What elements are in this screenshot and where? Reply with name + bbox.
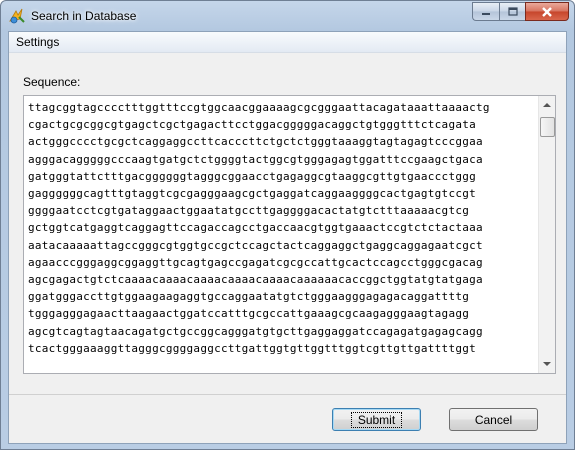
window-title: Search in Database bbox=[31, 9, 137, 23]
sequence-line: tcactgggaaaggttagggcggggaggccttgattggtgt… bbox=[28, 341, 477, 355]
button-strip: Submit Cancel bbox=[9, 394, 566, 444]
maximize-button[interactable] bbox=[499, 2, 525, 21]
sequence-line: gaggggggcagtttgtaggtcgcgagggaagcgctgagga… bbox=[28, 187, 477, 201]
sequence-line: actgggcccctgcgctcaggaggccttcacccttctgctc… bbox=[28, 135, 483, 149]
scroll-up-icon[interactable] bbox=[543, 103, 551, 107]
submit-button[interactable]: Submit bbox=[332, 408, 421, 431]
vertical-scrollbar[interactable] bbox=[538, 96, 555, 373]
sequence-textarea[interactable]: ttagcggtagcccctttggtttccgtggcaacggaaaagc… bbox=[23, 95, 556, 374]
title-bar[interactable]: Search in Database bbox=[1, 1, 574, 31]
dialog-body: Settings Sequence: ttagcggtagcccctttggtt… bbox=[8, 31, 567, 444]
sequence-label: Sequence: bbox=[23, 75, 81, 89]
submit-label: Submit bbox=[350, 411, 403, 428]
menu-settings[interactable]: Settings bbox=[13, 35, 62, 49]
sequence-line: ttagcggtagcccctttggtttccgtggcaacggaaaagc… bbox=[28, 101, 490, 114]
sequence-line: agcgagactgtctcaaaacaaaacaaaacaaaacaaaaca… bbox=[28, 273, 483, 287]
scroll-thumb[interactable] bbox=[540, 117, 555, 137]
sequence-line: gctggtcatgaggtcaggagttccagaccagcctgaccaa… bbox=[28, 221, 483, 235]
sequence-line: agcgtcagtagtaacagatgctgccggcagggatgtgctt… bbox=[28, 324, 483, 338]
app-icon bbox=[9, 8, 25, 24]
maximize-icon bbox=[507, 7, 518, 16]
sequence-line: ggggaatcctcgtgataggaactggaatatgccttgaggg… bbox=[28, 204, 470, 218]
sequence-text[interactable]: ttagcggtagcccctttggtttccgtggcaacggaaaagc… bbox=[28, 99, 534, 357]
dialog-window: Search in Database Settings Sequence: tt… bbox=[0, 0, 575, 450]
sequence-line: agaacccgggaggcggaggttgcagtgagccgagatcgcg… bbox=[28, 255, 483, 269]
minimize-icon bbox=[482, 12, 490, 15]
close-icon bbox=[542, 6, 552, 17]
cancel-button[interactable]: Cancel bbox=[449, 408, 538, 431]
sequence-line: ggatgggaccttgtggaagaagaggtgccaggaatatgtc… bbox=[28, 290, 470, 304]
scroll-down-icon[interactable] bbox=[543, 362, 551, 366]
close-button[interactable] bbox=[525, 2, 569, 21]
caption-buttons bbox=[472, 2, 569, 22]
cancel-label: Cancel bbox=[474, 412, 513, 427]
sequence-line: cgactgcgcggcgtgagctcgctgagacttcctggacggg… bbox=[28, 118, 477, 132]
sequence-line: tgggagggagaacttaagaactggatccatttgcgccatt… bbox=[28, 307, 470, 321]
sequence-line: gatgggtattctttgacggggggtagggcggaacctgaga… bbox=[28, 169, 477, 183]
menu-bar: Settings bbox=[9, 32, 566, 53]
sequence-line: agggacagggggcccaagtgatgctctggggtactggcgt… bbox=[28, 152, 483, 166]
sequence-line: aatacaaaaattagccgggcgtggtgccgctccagctact… bbox=[28, 238, 483, 252]
minimize-button[interactable] bbox=[472, 2, 499, 21]
